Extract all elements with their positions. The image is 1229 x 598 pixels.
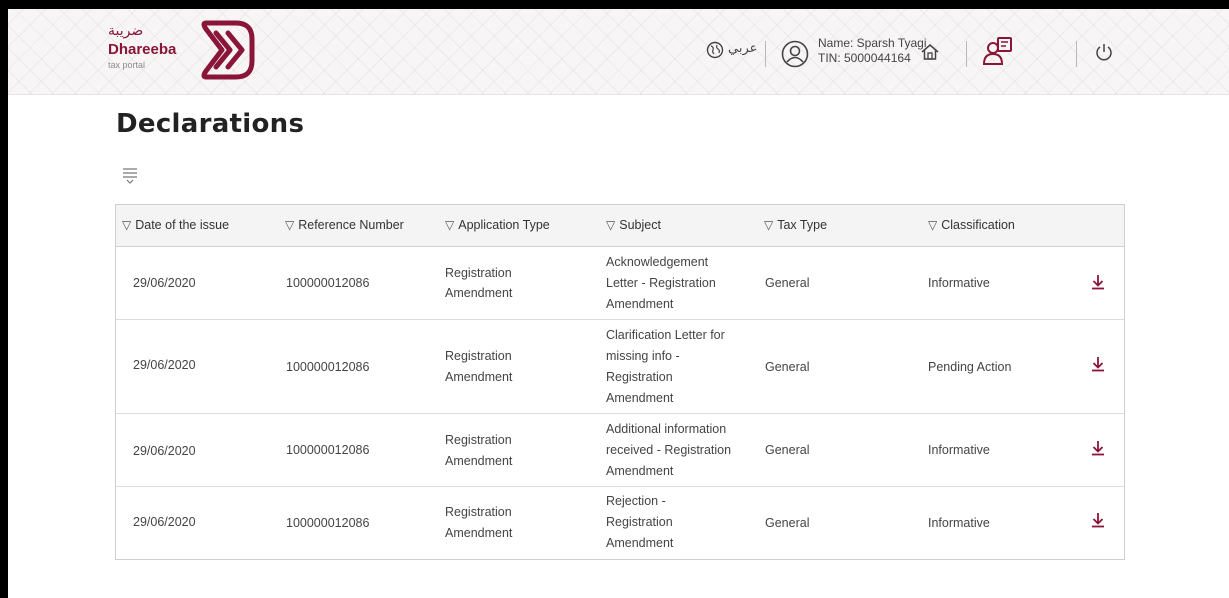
table-row: 29/06/2020 100000012086 Registration Ame… [116, 320, 1124, 414]
cell-tax-type: General [765, 276, 810, 290]
column-header-application-type[interactable]: ▽ Application Type [445, 218, 550, 232]
user-icon[interactable] [781, 40, 809, 68]
cell-classification: Informative [928, 443, 990, 457]
filter-funnel-icon: ▽ [606, 218, 616, 232]
cell-application-type-line2: Amendment [445, 526, 513, 540]
table-row: 29/06/2020 100000012086 Registration Ame… [116, 487, 1124, 559]
cell-date: 29/06/2020 [133, 444, 196, 458]
cell-reference: 100000012086 [286, 360, 370, 374]
filter-funnel-icon: ▽ [445, 218, 455, 232]
column-header-tax-type[interactable]: ▽ Tax Type [764, 218, 827, 232]
cell-application-type-line1: Registration [445, 349, 512, 363]
power-icon[interactable] [1094, 42, 1114, 62]
column-header-classification[interactable]: ▽ Classification [928, 218, 1015, 232]
cell-subject-line1: Clarification Letter for [606, 328, 725, 342]
cell-reference: 100000012086 [286, 516, 370, 530]
user-tin-label: TIN: 5000044164 [818, 51, 911, 65]
home-icon[interactable] [920, 42, 940, 62]
cell-subject-line4: Amendment [606, 391, 674, 405]
column-header-date[interactable]: ▽ Date of the issue [122, 218, 229, 232]
cell-tax-type: General [765, 443, 810, 457]
cell-reference: 100000012086 [286, 276, 370, 290]
cell-application-type-line2: Amendment [445, 286, 513, 300]
filter-funnel-icon: ▽ [285, 218, 295, 232]
cell-tax-type: General [765, 360, 810, 374]
header-divider [966, 41, 967, 67]
cell-classification: Pending Action [928, 360, 1012, 374]
download-icon[interactable] [1090, 440, 1106, 456]
cell-subject-line3: Amendment [606, 464, 674, 478]
cell-subject-line1: Additional information [606, 422, 727, 436]
cell-subject-line2: received - Registration [606, 443, 732, 457]
cell-classification: Informative [928, 276, 990, 290]
cell-application-type-line2: Amendment [445, 370, 513, 384]
top-header: ضريبة Dhareeba tax portal عربي Name: Spa… [8, 9, 1229, 95]
user-name-label: Name: Sparsh Tyagi [818, 36, 927, 50]
cell-subject-line3: Amendment [606, 536, 674, 550]
header-divider [765, 41, 766, 67]
download-icon[interactable] [1090, 356, 1106, 372]
cell-date: 29/06/2020 [133, 276, 196, 290]
download-icon[interactable] [1090, 512, 1106, 528]
cell-subject-line2: missing info - [606, 349, 680, 363]
cell-subject-line3: Registration [606, 370, 673, 384]
logo-arabic-text: ضريبة [108, 23, 144, 39]
filter-funnel-icon: ▽ [764, 218, 774, 232]
table-row: 29/06/2020 100000012086 Registration Ame… [116, 414, 1124, 487]
column-header-label: Reference Number [298, 218, 404, 232]
column-header-label: Application Type [458, 218, 550, 232]
download-icon[interactable] [1090, 274, 1106, 290]
cell-subject-line1: Rejection - [606, 494, 666, 508]
cell-subject-line2: Registration [606, 515, 673, 529]
switch-account-icon[interactable] [982, 36, 1014, 66]
language-switch-link[interactable]: عربي [728, 41, 757, 56]
cell-reference: 100000012086 [286, 443, 370, 457]
table-header: ▽ Date of the issue ▽ Reference Number ▽ Ap… [116, 205, 1124, 247]
cell-subject-line2: Letter - Registration [606, 276, 716, 290]
column-header-reference[interactable]: ▽ Reference Number [285, 218, 404, 232]
column-header-label: Classification [941, 218, 1015, 232]
cell-application-type-line2: Amendment [445, 454, 513, 468]
filter-funnel-icon: ▽ [122, 218, 132, 232]
cell-application-type-line1: Registration [445, 505, 512, 519]
column-header-label: Tax Type [777, 218, 828, 232]
header-actions: عربي Name: Sparsh Tyagi TIN: 5000044164 [8, 36, 1229, 69]
app-frame: ضريبة Dhareeba tax portal عربي Name: Spa… [8, 9, 1229, 598]
filter-icon[interactable] [122, 167, 138, 185]
cell-date: 29/06/2020 [133, 358, 196, 372]
page-title: Declarations [116, 109, 305, 139]
globe-icon [706, 41, 724, 59]
cell-tax-type: General [765, 516, 810, 530]
cell-classification: Informative [928, 516, 990, 530]
table-row: 29/06/2020 100000012086 Registration Ame… [116, 247, 1124, 320]
column-header-label: Subject [619, 218, 661, 232]
filter-funnel-icon: ▽ [928, 218, 938, 232]
cell-application-type-line1: Registration [445, 433, 512, 447]
declarations-table: ▽ Date of the issue ▽ Reference Number ▽ Ap… [115, 204, 1125, 560]
cell-date: 29/06/2020 [133, 515, 196, 529]
header-divider [1076, 41, 1077, 67]
cell-subject-line1: Acknowledgement [606, 255, 709, 269]
column-header-subject[interactable]: ▽ Subject [606, 218, 661, 232]
cell-subject-line3: Amendment [606, 297, 674, 311]
column-header-label: Date of the issue [135, 218, 230, 232]
cell-application-type-line1: Registration [445, 266, 512, 280]
